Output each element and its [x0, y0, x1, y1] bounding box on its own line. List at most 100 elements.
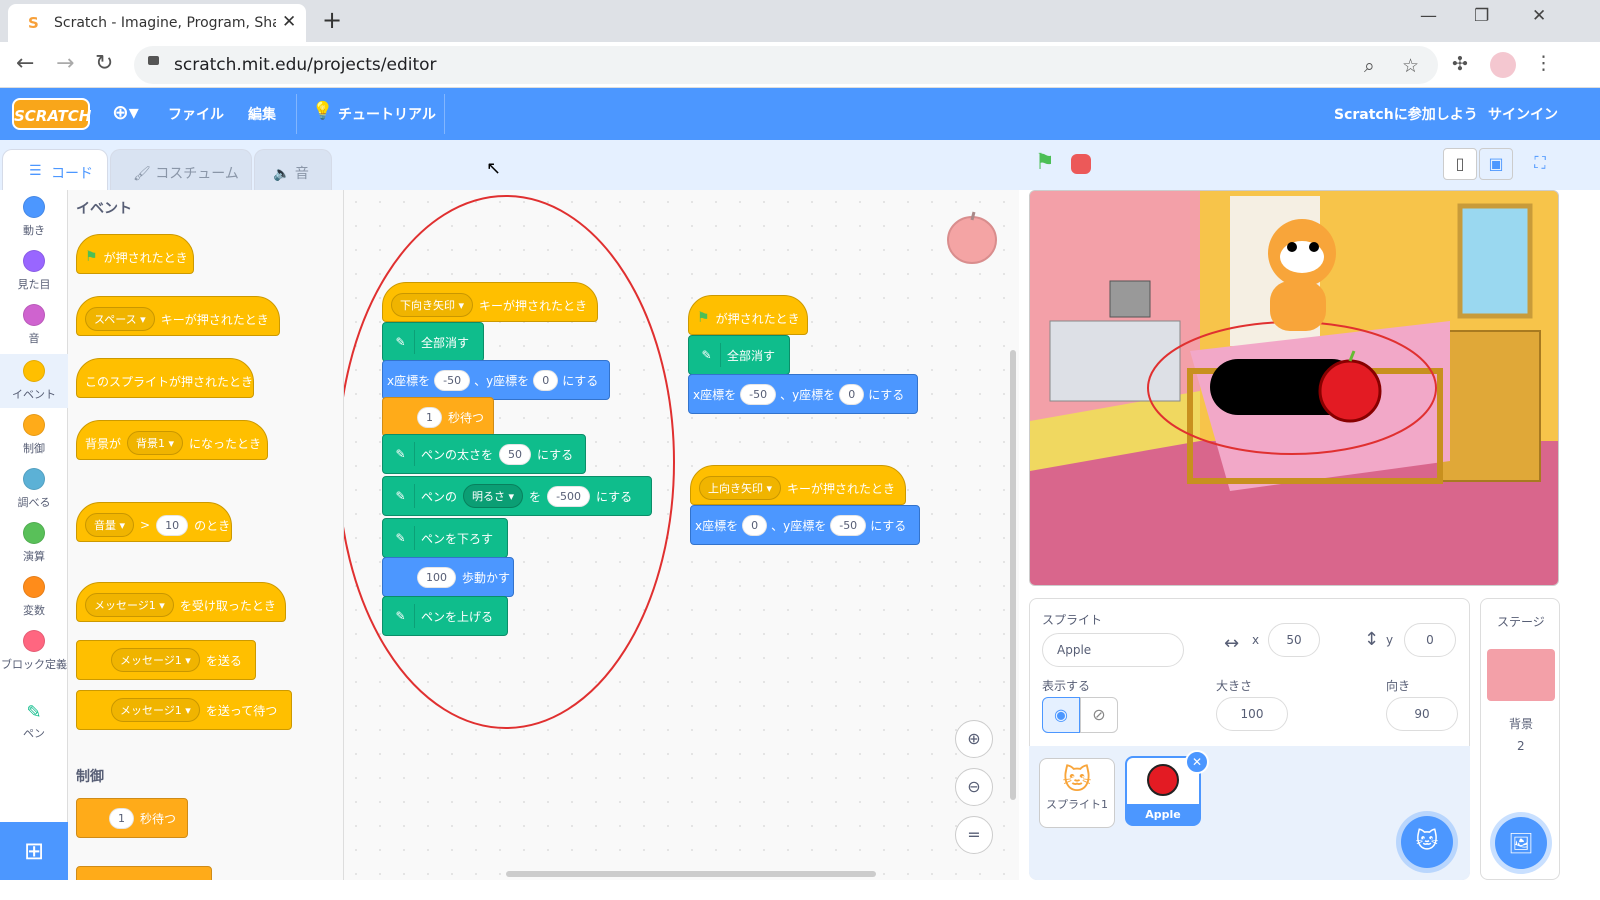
block-when-key-pressed[interactable]: スペース ▾ キーが押されたとき — [76, 296, 280, 336]
menu-tutorials[interactable]: チュートリアル — [338, 104, 436, 124]
address-bar-row: ← → ↻ scratch.mit.edu/projects/editor ⌕ … — [0, 42, 1600, 88]
forward-arrow-icon[interactable]: → — [56, 51, 74, 76]
sprite-tile-label: スプライト1 — [1046, 798, 1108, 811]
category-label: 調べる — [17, 496, 51, 509]
small-stage-button[interactable]: ▯ — [1443, 148, 1477, 180]
category-dot-looks — [23, 250, 45, 272]
block-when-sprite-clicked[interactable]: このスプライトが押されたとき — [76, 358, 254, 398]
category-dot-sensing — [23, 468, 45, 490]
zoom-out-button[interactable]: ⊖ — [955, 768, 993, 806]
zoom-in-button[interactable]: ⊕ — [955, 720, 993, 758]
delete-sprite-icon[interactable]: ✕ — [1185, 750, 1209, 774]
stop-sign-icon[interactable] — [1071, 154, 1091, 174]
language-globe-icon[interactable]: ⊕▾ — [112, 100, 139, 124]
horizontal-scrollbar[interactable] — [506, 871, 876, 877]
direction-label: 向き — [1386, 679, 1411, 693]
tab-code[interactable]: ☰ コード — [2, 149, 108, 191]
add-extension-button[interactable]: ⊞ — [0, 822, 68, 880]
message-dropdown[interactable]: メッセージ1 ▾ — [85, 593, 174, 617]
sprite-x-input[interactable]: 50 — [1268, 623, 1320, 657]
vertical-scrollbar[interactable] — [1010, 350, 1016, 800]
loudness-input[interactable]: 10 — [156, 514, 189, 536]
hide-sprite-eye-slash-icon[interactable]: ⊘ — [1080, 697, 1118, 733]
sign-in-link[interactable]: サインイン — [1488, 104, 1558, 124]
y-arrows-icon: ↕ — [1364, 629, 1380, 650]
key-dropdown[interactable]: スペース ▾ — [85, 307, 155, 331]
editor-tabs-bar: ☰ コード 🖌 コスチューム 🔈 音 ↖ — [0, 140, 1023, 191]
extensions-puzzle-icon[interactable]: ✣ — [1452, 53, 1468, 75]
sprite-size-input[interactable]: 100 — [1216, 697, 1288, 731]
maximize-button[interactable]: ❐ — [1474, 6, 1489, 26]
category-pen[interactable]: ✎ ペン — [0, 702, 68, 754]
minimize-button[interactable]: — — [1420, 6, 1437, 26]
choose-sprite-cat-icon[interactable]: 🐱 — [1401, 816, 1453, 868]
new-tab-button[interactable]: + — [322, 6, 342, 34]
category-looks[interactable]: 見た目 — [0, 250, 68, 302]
menu-kebab-icon[interactable]: ⋮ — [1534, 52, 1553, 74]
show-sprite-eye-icon[interactable]: ◉ — [1042, 697, 1080, 733]
category-sensing[interactable]: 調べる — [0, 468, 68, 520]
category-my-blocks[interactable]: ブロック定義 — [0, 630, 68, 690]
category-control[interactable]: 制御 — [0, 414, 68, 466]
stage-target-pane: ステージ 背景 2 🖼 — [1480, 598, 1560, 880]
block-repeat-partial[interactable] — [76, 866, 212, 880]
tab-costumes[interactable]: 🖌 コスチューム — [110, 149, 252, 191]
block-broadcast-and-wait[interactable]: メッセージ1 ▾ を送って待つ — [76, 690, 292, 730]
category-motion[interactable]: 動き — [0, 196, 68, 248]
normal-stage-button[interactable]: ▣ — [1479, 148, 1513, 180]
sprite-direction-input[interactable]: 90 — [1386, 697, 1458, 731]
block-when-loudness[interactable]: 音量 ▾ > 10 のとき — [76, 502, 232, 542]
stage-backdrop-thumbnail[interactable] — [1487, 649, 1555, 701]
close-tab-icon[interactable]: ✕ — [282, 12, 296, 32]
reload-icon[interactable]: ↻ — [95, 51, 113, 76]
loudness-dropdown[interactable]: 音量 ▾ — [85, 513, 135, 537]
stage-canvas[interactable] — [1029, 190, 1559, 586]
bookmark-star-icon[interactable]: ☆ — [1402, 55, 1419, 77]
url-text[interactable]: scratch.mit.edu/projects/editor — [174, 55, 437, 75]
green-flag-icon[interactable]: ⚑ — [1035, 150, 1055, 175]
category-dot-my-blocks — [23, 630, 45, 652]
zoom-lens-icon[interactable]: ⌕ — [1364, 55, 1375, 77]
category-dot-operators — [23, 522, 45, 544]
annotation-ellipse — [344, 195, 675, 729]
close-window-button[interactable]: ✕ — [1532, 6, 1546, 26]
category-sound[interactable]: 音 — [0, 304, 68, 356]
fullscreen-icon[interactable]: ⛶ — [1523, 148, 1557, 180]
sprite-name-input[interactable]: Apple — [1042, 633, 1184, 667]
choose-backdrop-icon[interactable]: 🖼 — [1495, 817, 1547, 869]
speaker-icon: 🔈 — [273, 166, 291, 182]
block-broadcast[interactable]: メッセージ1 ▾ を送る — [76, 640, 256, 680]
block-text: を受け取ったとき — [179, 598, 276, 613]
profile-avatar-icon[interactable] — [1490, 52, 1516, 78]
join-scratch-link[interactable]: Scratchに参加しよう — [1334, 104, 1478, 124]
block-text: になったとき — [189, 436, 262, 451]
block-when-flag-clicked[interactable]: ⚑ が押されたとき — [76, 234, 194, 274]
category-variables[interactable]: 変数 — [0, 576, 68, 628]
block-wait[interactable]: 1 秒待つ — [76, 798, 188, 838]
lock-icon — [148, 56, 159, 65]
wait-input[interactable]: 1 — [109, 807, 134, 829]
message-dropdown[interactable]: メッセージ1 ▾ — [111, 648, 200, 672]
zoom-out-icon: ⊖ — [967, 777, 981, 796]
sprite-tile-label: Apple — [1145, 808, 1181, 821]
block-when-backdrop-switches[interactable]: 背景が 背景1 ▾ になったとき — [76, 420, 268, 460]
tab-sounds[interactable]: 🔈 音 — [254, 149, 332, 191]
zoom-reset-button[interactable]: = — [955, 816, 993, 854]
category-events[interactable]: イベント — [0, 354, 68, 408]
script-area[interactable]: 下向き矢印 ▾ キーが押されたとき ✎ 全部消す x座標を -50 、y座標を … — [344, 190, 1019, 880]
category-dot-events — [23, 360, 45, 382]
category-label: 音 — [28, 332, 40, 345]
back-arrow-icon[interactable]: ← — [16, 51, 34, 76]
block-when-receive[interactable]: メッセージ1 ▾ を受け取ったとき — [76, 582, 286, 622]
message-dropdown[interactable]: メッセージ1 ▾ — [111, 698, 200, 722]
scratch-logo[interactable]: SCRATCH — [12, 98, 91, 130]
sprite-tile-cat[interactable]: 🐱 スプライト1 — [1039, 758, 1115, 828]
menu-file[interactable]: ファイル — [168, 104, 224, 124]
block-text: のとき — [194, 518, 231, 533]
menu-edit[interactable]: 編集 — [248, 104, 276, 124]
backdrop-dropdown[interactable]: 背景1 ▾ — [127, 431, 184, 455]
category-operators[interactable]: 演算 — [0, 522, 68, 574]
browser-tab[interactable]: S Scratch - Imagine, Program, Share ✕ — [8, 4, 306, 42]
sprite-y-input[interactable]: 0 — [1404, 623, 1456, 657]
omnibox[interactable]: scratch.mit.edu/projects/editor ⌕ ☆ — [134, 46, 1438, 84]
